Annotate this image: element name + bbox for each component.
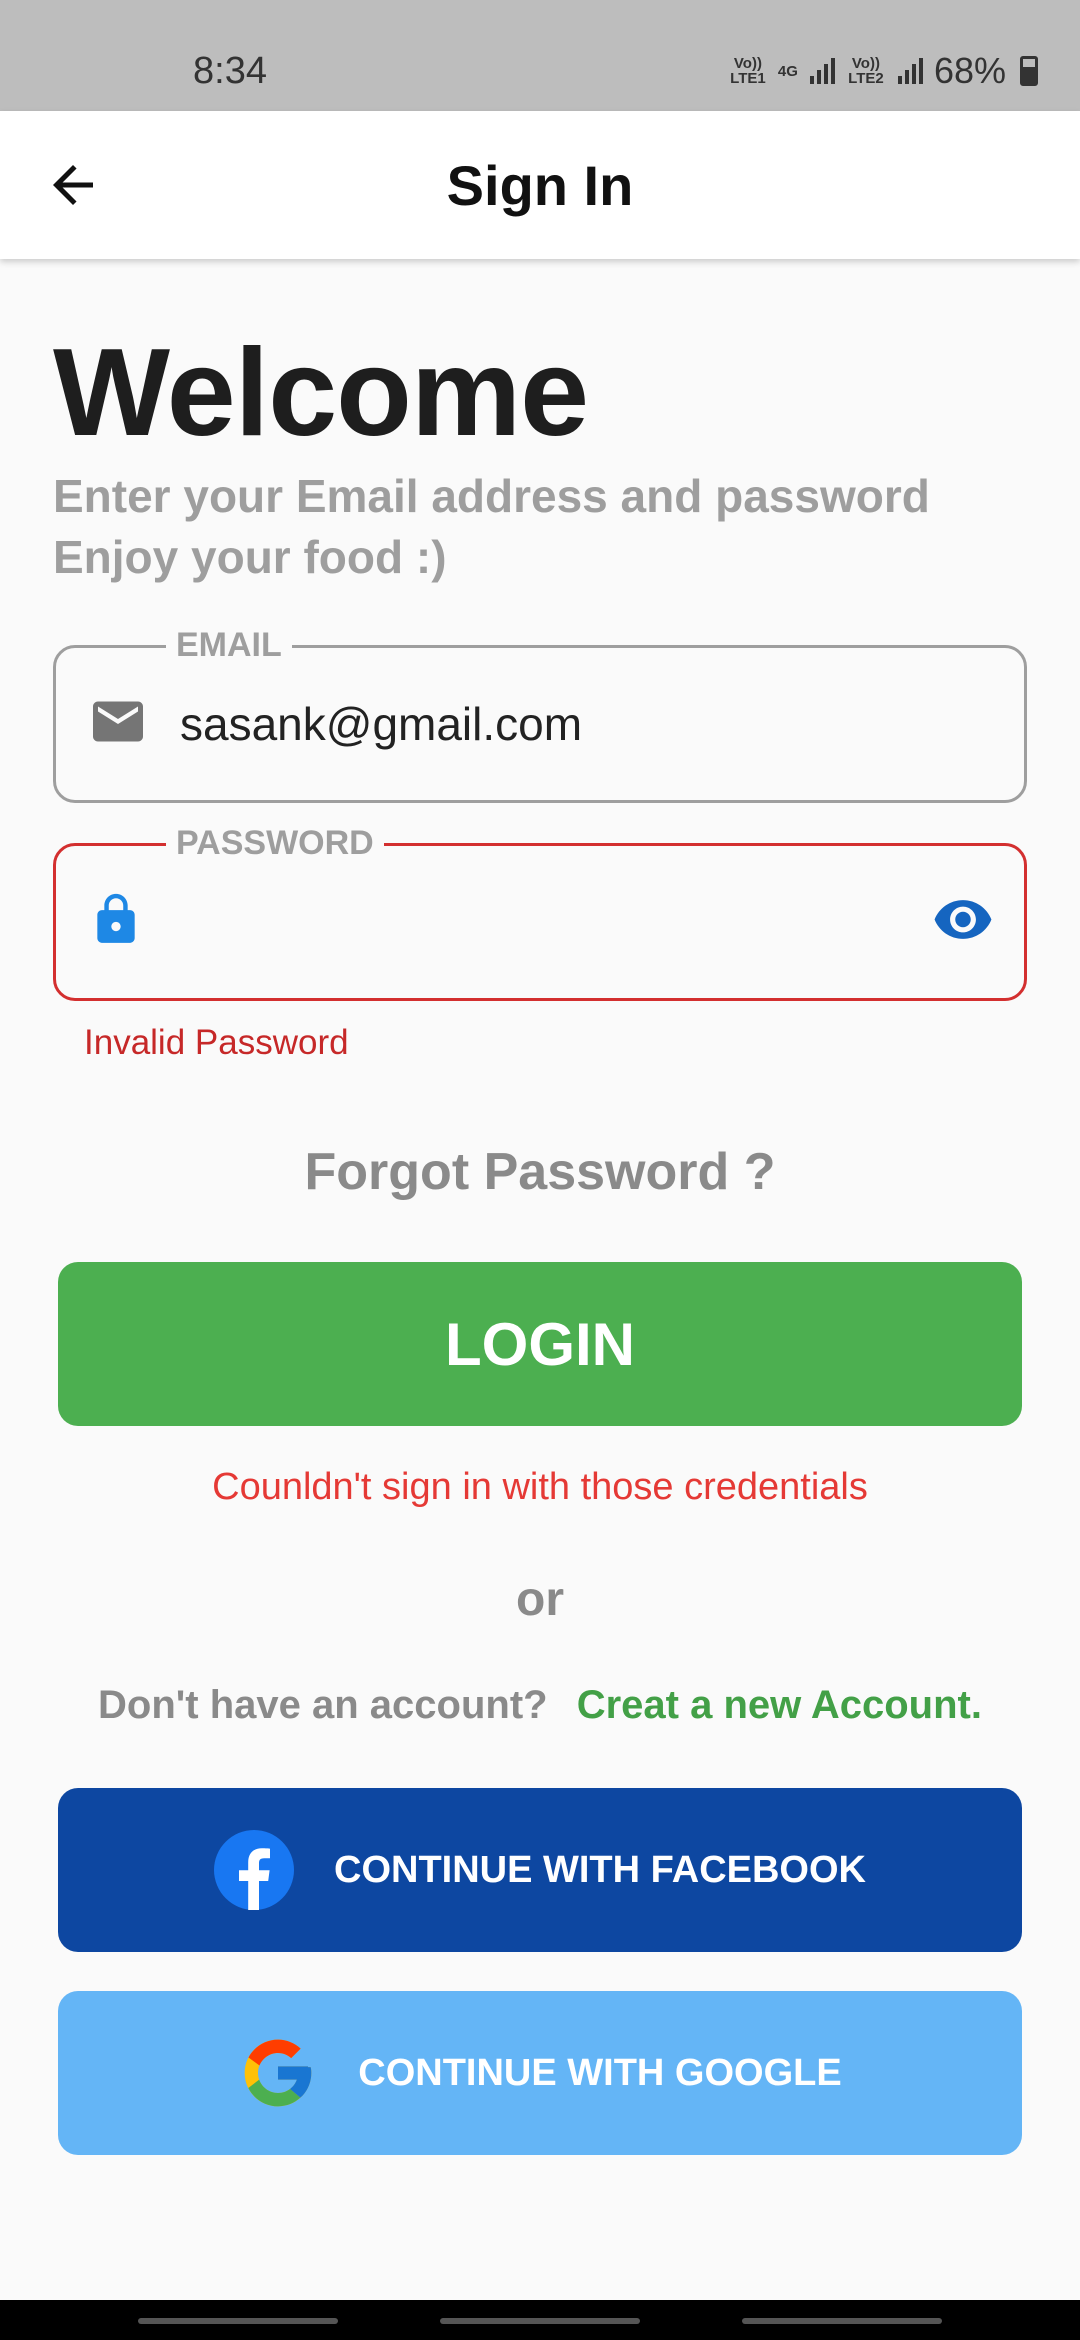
status-time: 8:34 bbox=[193, 50, 267, 92]
battery-icon bbox=[1020, 56, 1038, 86]
network-type: 4G bbox=[777, 62, 798, 80]
forgot-password-link[interactable]: Forgot Password ? bbox=[0, 1142, 1080, 1202]
battery-percent: 68% bbox=[933, 50, 1006, 91]
lock-icon bbox=[88, 890, 144, 955]
email-value: sasank@gmail.com bbox=[180, 698, 583, 750]
sim2-text: Vo)) LTE2 bbox=[848, 55, 884, 87]
sim1-text: Vo)) LTE1 bbox=[730, 55, 766, 87]
welcome-subtitle: Enter your Email address and password En… bbox=[53, 466, 930, 588]
system-nav-bar bbox=[0, 2300, 1080, 2340]
continue-with-facebook-button[interactable]: CONTINUE WITH FACEBOOK bbox=[58, 1788, 1022, 1952]
app-bar: Sign In bbox=[0, 111, 1080, 259]
sim2-label: Vo)) LTE2 bbox=[846, 56, 886, 86]
nav-home-button[interactable] bbox=[440, 2318, 640, 2324]
login-error-message: Counldn't sign in with those credentials bbox=[212, 1466, 868, 1508]
subtitle-line-2: Enjoy your food :) bbox=[53, 531, 447, 583]
status-indicators: Vo)) LTE1 4G Vo)) LTE2 68% bbox=[728, 50, 1038, 92]
google-button-label: CONTINUE WITH GOOGLE bbox=[358, 2051, 842, 2094]
signal-icon-2 bbox=[896, 58, 924, 84]
eye-icon[interactable] bbox=[932, 889, 994, 956]
email-field[interactable]: EMAIL sasank@gmail.com bbox=[53, 626, 1027, 803]
welcome-heading: Welcome bbox=[53, 324, 589, 462]
page-title: Sign In bbox=[446, 154, 634, 217]
google-icon bbox=[238, 2033, 318, 2113]
status-bar: 8:34 Vo)) LTE1 4G Vo)) LTE2 68% bbox=[0, 0, 1080, 111]
sim1-label: Vo)) LTE1 bbox=[728, 56, 768, 86]
login-button[interactable]: LOGIN bbox=[58, 1262, 1022, 1426]
facebook-button-label: CONTINUE WITH FACEBOOK bbox=[334, 1848, 866, 1891]
create-account-link[interactable]: Creat a new Account. bbox=[577, 1683, 982, 1727]
facebook-icon bbox=[214, 1830, 294, 1910]
nav-recent-button[interactable] bbox=[138, 2318, 338, 2324]
email-label: EMAIL bbox=[166, 626, 292, 665]
signup-question: Don't have an account? bbox=[98, 1683, 548, 1727]
password-input[interactable] bbox=[176, 876, 914, 968]
password-error: Invalid Password bbox=[84, 1023, 349, 1062]
nav-back-button[interactable] bbox=[742, 2318, 942, 2324]
login-button-label: LOGIN bbox=[445, 1310, 635, 1378]
continue-with-google-button[interactable]: CONTINUE WITH GOOGLE bbox=[58, 1991, 1022, 2155]
or-divider: or bbox=[516, 1573, 564, 1626]
mail-icon bbox=[88, 692, 148, 757]
password-label: PASSWORD bbox=[166, 824, 384, 863]
signal-icon bbox=[808, 58, 836, 84]
password-field[interactable]: PASSWORD bbox=[53, 824, 1027, 1001]
signup-prompt: Don't have an account? Creat a new Accou… bbox=[0, 1683, 1080, 1728]
subtitle-line-1: Enter your Email address and password bbox=[53, 470, 930, 522]
